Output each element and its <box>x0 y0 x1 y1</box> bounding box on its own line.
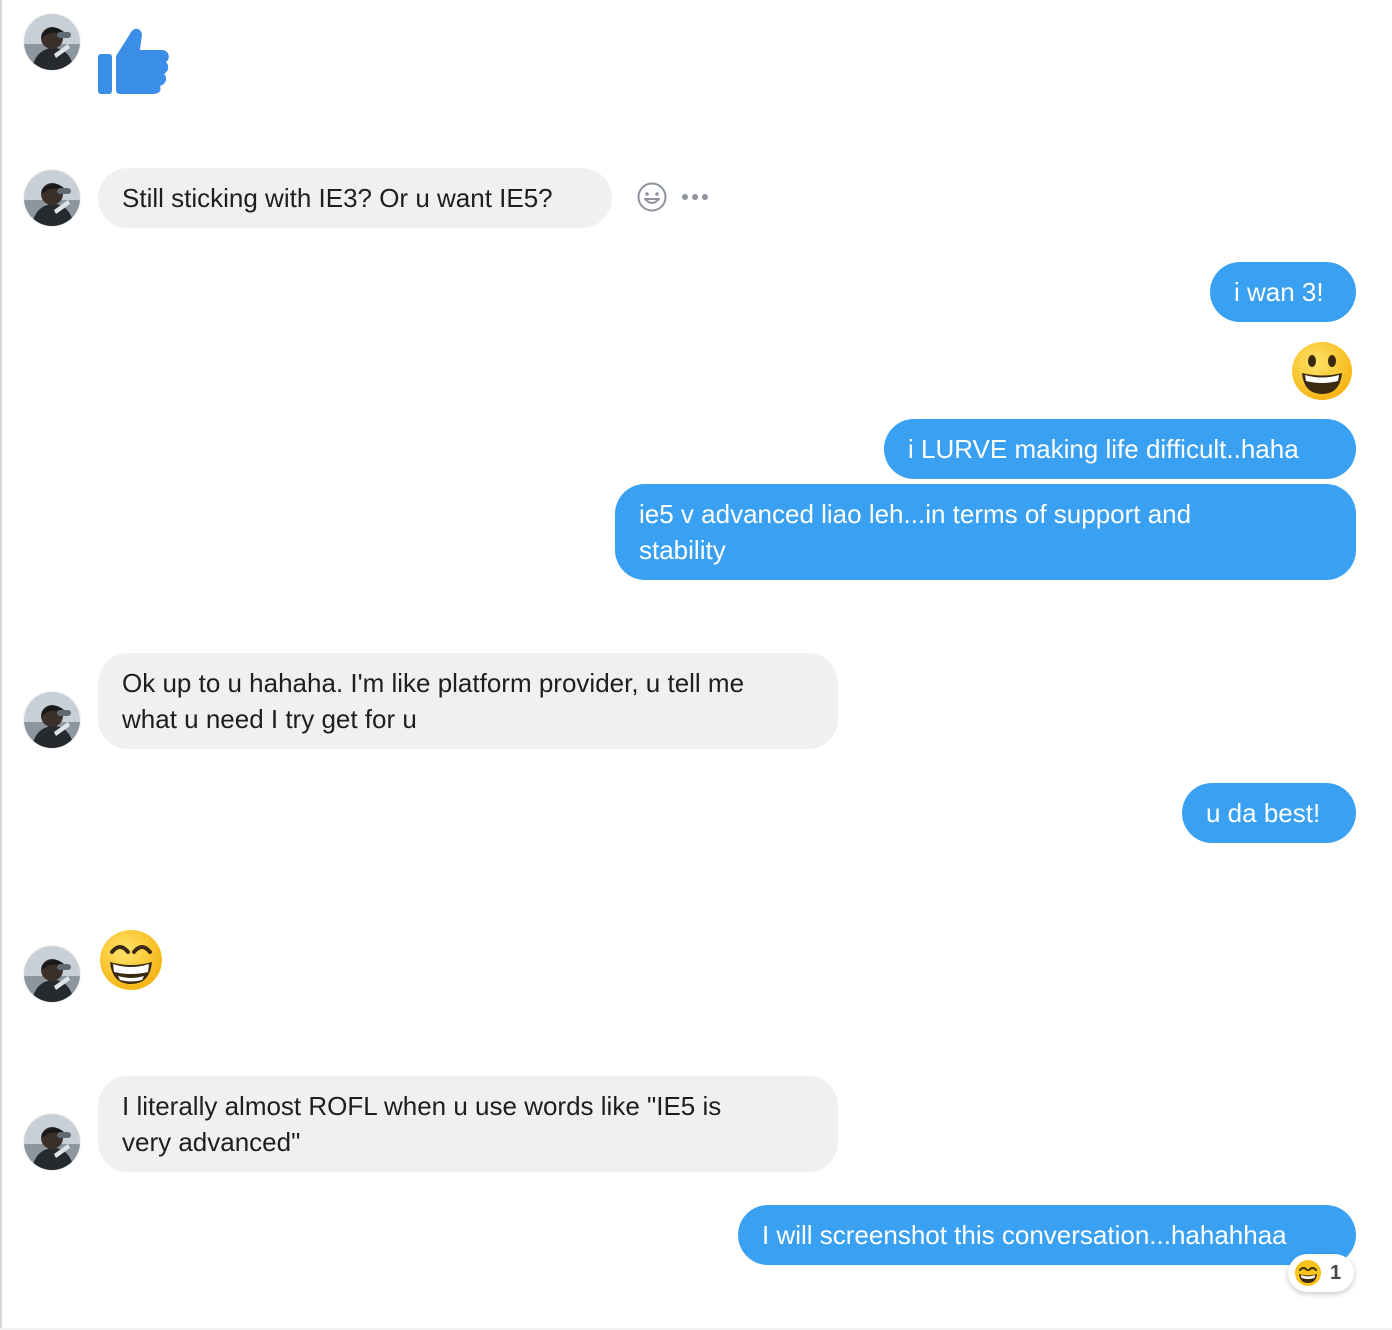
incoming-message[interactable]: Ok up to u hahaha. I'm like platform pro… <box>98 653 838 749</box>
thumbs-up-icon <box>96 22 170 96</box>
avatar[interactable] <box>24 170 80 226</box>
left-divider <box>0 0 2 1330</box>
avatar[interactable] <box>24 946 80 1002</box>
grinning-squint-emoji-icon[interactable] <box>98 928 164 992</box>
reaction-count: 1 <box>1330 1261 1342 1284</box>
avatar[interactable] <box>24 692 80 748</box>
outgoing-message[interactable]: i wan 3! <box>1210 262 1356 322</box>
grinning-emoji-icon <box>1294 1259 1322 1287</box>
smiley-emoji-icon[interactable] <box>1290 340 1354 402</box>
outgoing-message[interactable]: i LURVE making life difficult..haha <box>884 419 1356 479</box>
incoming-message[interactable]: Still sticking with IE3? Or u want IE5? <box>98 168 612 228</box>
avatar[interactable] <box>24 14 80 70</box>
avatar[interactable] <box>24 1114 80 1170</box>
outgoing-message[interactable]: u da best! <box>1182 783 1356 843</box>
outgoing-message[interactable]: ie5 v advanced liao leh...in terms of su… <box>615 484 1356 580</box>
incoming-message[interactable]: I literally almost ROFL when u use words… <box>98 1076 838 1172</box>
smiley-react-icon[interactable] <box>636 181 668 213</box>
more-dots-icon[interactable] <box>680 190 712 202</box>
message-reaction[interactable]: 1 <box>1288 1254 1354 1292</box>
outgoing-message[interactable]: I will screenshot this conversation...ha… <box>738 1205 1356 1265</box>
